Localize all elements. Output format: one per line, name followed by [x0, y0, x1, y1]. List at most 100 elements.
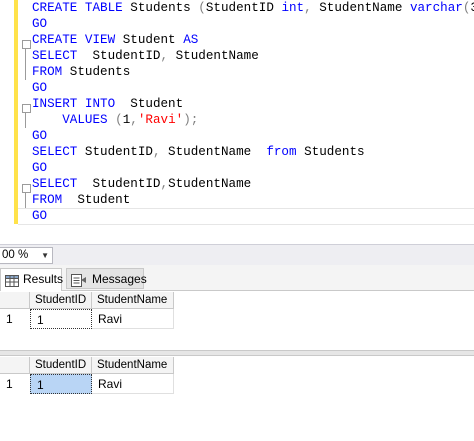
code-line[interactable]: GO: [32, 128, 47, 144]
code-token: (: [198, 1, 206, 15]
fold-guide: [25, 48, 26, 80]
sql-keyword: CREATE: [32, 1, 78, 15]
grid-corner[interactable]: [0, 292, 30, 309]
code-line[interactable]: FROM Students: [32, 64, 130, 80]
code-token: StudentName: [168, 177, 252, 191]
sql-keyword: FROM: [32, 193, 63, 207]
column-header-studentname[interactable]: StudentName: [92, 357, 174, 374]
zoom-select[interactable]: 00 % ▼: [0, 247, 53, 264]
sql-keyword: GO: [32, 17, 48, 31]
message-icon: [71, 273, 87, 293]
grid-splitter[interactable]: [0, 350, 474, 356]
code-token: ,: [130, 113, 138, 127]
sql-keyword: GO: [32, 81, 48, 95]
sql-keyword: varchar: [409, 1, 463, 15]
cell-studentname[interactable]: Ravi: [92, 309, 174, 329]
fold-guide: [25, 112, 26, 128]
code-token: StudentName: [160, 145, 267, 159]
sql-keyword: GO: [32, 129, 48, 143]
editor-status-strip: 00 % ▼: [0, 244, 474, 265]
sql-keyword: SELECT: [32, 49, 78, 63]
code-line[interactable]: SELECT StudentID,StudentName: [32, 176, 251, 192]
chevron-down-icon[interactable]: ▼: [41, 248, 49, 263]
table-row[interactable]: 1 1 Ravi: [0, 309, 474, 329]
change-marker-bar: [14, 0, 18, 224]
tab-messages[interactable]: Messages: [66, 268, 147, 289]
code-line[interactable]: FROM Student: [32, 192, 130, 208]
code-token: StudentID: [205, 1, 282, 15]
code-token: 30: [470, 1, 474, 15]
code-line[interactable]: CREATE TABLE Students (StudentID int, St…: [32, 0, 474, 16]
sql-keyword: CREATE: [32, 33, 78, 47]
code-token: Student: [115, 33, 184, 47]
code-line[interactable]: INSERT INTO Student: [32, 96, 183, 112]
cell-studentname[interactable]: Ravi: [92, 374, 174, 394]
results-grid-1[interactable]: StudentID StudentName 1 1 Ravi: [0, 292, 474, 348]
fold-guide: [25, 192, 26, 208]
fold-toggle-select[interactable]: [22, 184, 31, 193]
code-line[interactable]: GO: [32, 16, 47, 32]
sql-keyword: FROM: [32, 65, 63, 79]
sql-keyword: from: [266, 145, 297, 159]
code-line[interactable]: GO: [32, 80, 47, 96]
fold-toggle-view[interactable]: [22, 40, 31, 49]
sql-keyword: TABLE: [84, 1, 123, 15]
tab-results[interactable]: Results: [0, 268, 64, 293]
code-token: StudentID: [77, 49, 161, 63]
sql-keyword: VALUES: [62, 113, 108, 127]
table-row[interactable]: 1 1 Ravi: [0, 374, 474, 394]
code-token: ,: [160, 49, 169, 63]
code-line[interactable]: VALUES (1,'Ravi');: [32, 112, 198, 128]
cell-studentid[interactable]: 1: [30, 309, 92, 329]
grid-icon: [5, 273, 19, 293]
code-token: 'Ravi': [137, 113, 184, 127]
sql-editor[interactable]: CREATE TABLE Students (StudentID int, St…: [0, 0, 474, 244]
sql-keyword: VIEW: [84, 33, 116, 47]
cell-studentid-selected[interactable]: 1: [30, 374, 92, 394]
code-token: StudentName: [168, 49, 259, 63]
column-header-studentid[interactable]: StudentID: [30, 292, 92, 309]
row-number[interactable]: 1: [6, 309, 13, 329]
sql-keyword: GO: [32, 209, 48, 223]
sql-keyword: SELECT: [32, 177, 78, 191]
code-line[interactable]: GO: [32, 208, 47, 224]
sql-keyword: int: [281, 1, 305, 15]
code-token: StudentName: [311, 1, 410, 15]
column-header-studentname[interactable]: StudentName: [92, 292, 174, 309]
sql-keyword: GO: [32, 161, 48, 175]
code-token: Student: [115, 97, 184, 111]
code-token: Student: [62, 193, 131, 207]
tab-results-label: Results: [23, 272, 64, 286]
grid-corner[interactable]: [0, 357, 30, 374]
results-tabstrip: Results Messages: [0, 265, 474, 291]
code-line[interactable]: SELECT StudentID, StudentName: [32, 48, 259, 64]
code-token: Students: [122, 1, 199, 15]
sql-keyword: SELECT: [32, 145, 78, 159]
code-line[interactable]: GO: [32, 160, 47, 176]
code-token: );: [183, 113, 199, 127]
code-token: StudentID: [77, 145, 153, 159]
code-token: ,: [304, 1, 312, 15]
code-token: (: [115, 113, 123, 127]
sql-keyword: INTO: [84, 97, 116, 111]
results-grid-2[interactable]: StudentID StudentName 1 1 Ravi: [0, 357, 474, 417]
current-line-highlight: [18, 208, 474, 225]
tab-messages-label: Messages: [92, 272, 147, 286]
sql-keyword: INSERT: [32, 97, 78, 111]
row-number[interactable]: 1: [6, 374, 13, 394]
code-token: ,: [160, 177, 169, 191]
code-line[interactable]: SELECT StudentID, StudentName from Stude…: [32, 144, 365, 160]
code-token: StudentID: [77, 177, 161, 191]
code-line[interactable]: CREATE VIEW Student AS: [32, 32, 198, 48]
code-token: Students: [296, 145, 365, 159]
zoom-value: 00 %: [2, 249, 29, 261]
fold-toggle-insert[interactable]: [22, 104, 31, 113]
sql-keyword: AS: [183, 33, 199, 47]
column-header-studentid[interactable]: StudentID: [30, 357, 92, 374]
code-token: Students: [62, 65, 131, 79]
code-token: ,: [152, 145, 161, 159]
